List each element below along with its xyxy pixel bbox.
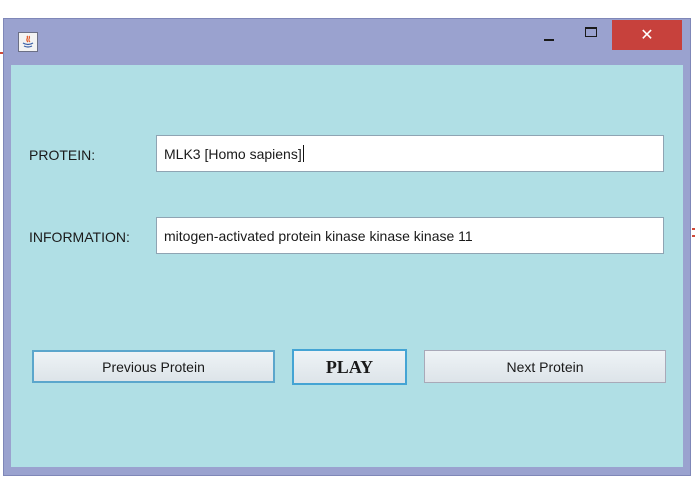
maximize-icon [585,27,597,37]
content-panel: PROTEIN: MLK3 [Homo sapiens] INFORMATION… [11,65,683,467]
previous-protein-button[interactable]: Previous Protein [32,350,275,383]
app-window: ✕ PROTEIN: MLK3 [Homo sapiens] INFORMATI… [3,18,691,476]
minimize-button[interactable] [534,21,564,49]
protein-input-value: MLK3 [Homo sapiens] [164,145,302,162]
play-button[interactable]: PLAY [292,349,407,385]
information-input[interactable]: mitogen-activated protein kinase kinase … [156,217,664,254]
close-button[interactable]: ✕ [612,20,682,50]
text-caret [302,145,304,162]
maximize-button[interactable] [576,21,606,49]
protein-input[interactable]: MLK3 [Homo sapiens] [156,135,664,172]
close-icon: ✕ [640,25,654,44]
information-label: INFORMATION: [29,229,130,245]
information-input-value: mitogen-activated protein kinase kinase … [164,227,473,244]
next-protein-button[interactable]: Next Protein [424,350,666,383]
protein-label: PROTEIN: [29,147,96,163]
title-bar[interactable]: ✕ [4,19,690,64]
java-app-icon[interactable] [18,32,38,52]
desktop: ✕ PROTEIN: MLK3 [Homo sapiens] INFORMATI… [0,0,695,494]
minimize-icon [544,39,554,41]
